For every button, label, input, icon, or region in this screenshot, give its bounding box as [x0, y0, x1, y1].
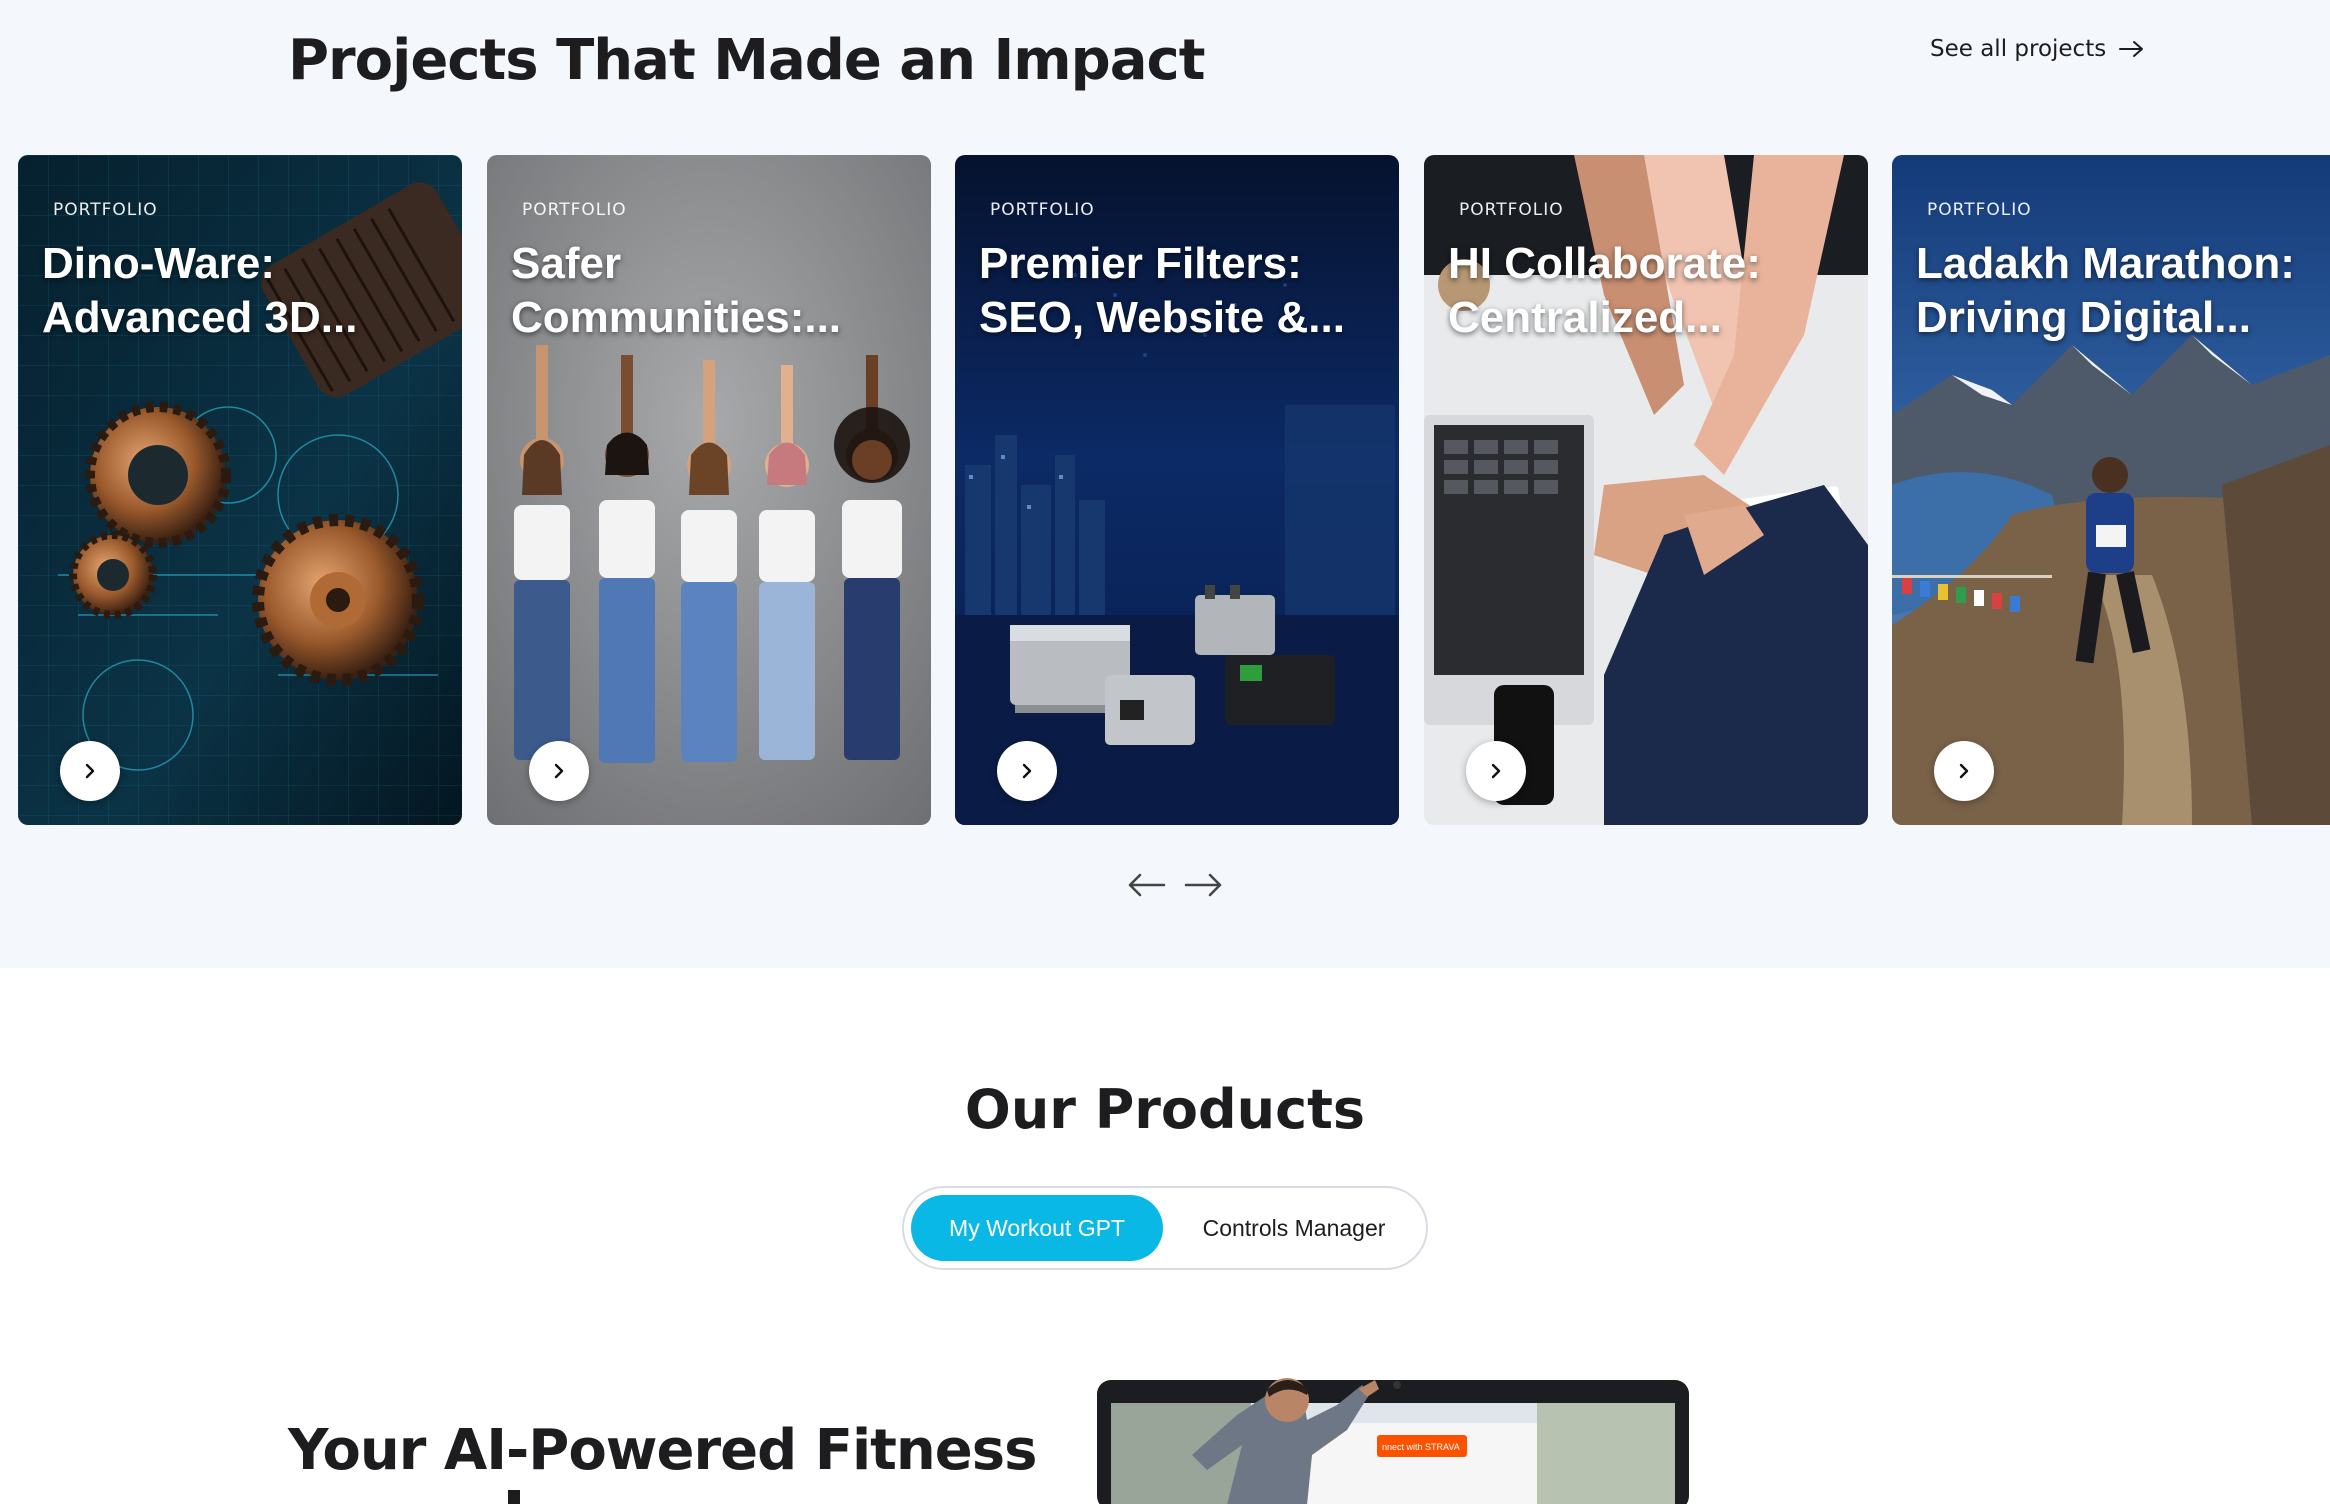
card-title: Safer Communities:...: [511, 239, 842, 342]
projects-section: Projects That Made an Impact See all pro…: [0, 0, 2330, 968]
product-tabs: My Workout GPT Controls Manager: [902, 1186, 1428, 1270]
project-card-safer-communities[interactable]: PORTFOLIO Safer Communities:...: [487, 155, 931, 825]
tab-controls-manager[interactable]: Controls Manager: [1174, 1195, 1414, 1261]
product-laptop-image: nnect with STRAVA: [1097, 1378, 1689, 1504]
arrow-right-icon: [1184, 873, 1222, 897]
card-tag: PORTFOLIO: [990, 200, 1095, 220]
card-title: Ladakh Marathon: Driving Digital...: [1916, 239, 2295, 342]
tab-my-workout-gpt[interactable]: My Workout GPT: [911, 1195, 1163, 1261]
card-tag: PORTFOLIO: [1459, 200, 1564, 220]
card-title: HI Collaborate: Centralized...: [1448, 239, 1761, 342]
card-open-button[interactable]: [529, 741, 589, 801]
carousel-nav: [1126, 868, 1224, 902]
card-open-button[interactable]: [997, 741, 1057, 801]
section-title: Projects That Made an Impact: [288, 28, 1205, 93]
chevron-right-icon: [1022, 763, 1032, 779]
see-all-label: See all projects: [1930, 36, 2107, 62]
card-tag: PORTFOLIO: [522, 200, 627, 220]
heading-descenders: [508, 1490, 520, 1504]
card-tag: PORTFOLIO: [1927, 200, 2032, 220]
card-title: Premier Filters: SEO, Website &...: [979, 239, 1345, 342]
chevron-right-icon: [1491, 763, 1501, 779]
card-open-button[interactable]: [1934, 741, 1994, 801]
project-card-dino-ware[interactable]: PORTFOLIO Dino-Ware: Advanced 3D...: [18, 155, 462, 825]
project-card-premier-filters[interactable]: PORTFOLIO Premier Filters: SEO, Website …: [955, 155, 1399, 825]
arrow-left-icon: [1128, 873, 1166, 897]
chevron-right-icon: [1959, 763, 1969, 779]
product-hero-heading-continued: [288, 1490, 888, 1504]
product-hero-heading: Your AI-Powered Fitness: [288, 1418, 1037, 1483]
project-card-ladakh-marathon[interactable]: PORTFOLIO Ladakh Marathon: Driving Digit…: [1892, 155, 2330, 825]
see-all-projects-link[interactable]: See all projects: [1930, 36, 2146, 62]
card-tag: PORTFOLIO: [53, 200, 158, 220]
carousel-next-button[interactable]: [1184, 868, 1224, 902]
products-title: Our Products: [964, 1078, 1366, 1141]
chevron-right-icon: [85, 763, 95, 779]
card-open-button[interactable]: [60, 741, 120, 801]
chevron-right-icon: [554, 763, 564, 779]
strava-badge-text: nnect with STRAVA: [1382, 1442, 1460, 1452]
card-open-button[interactable]: [1466, 741, 1526, 801]
carousel-prev-button[interactable]: [1126, 868, 1166, 902]
arrow-right-icon: [2119, 41, 2144, 57]
project-card-hi-collaborate[interactable]: PORTFOLIO HI Collaborate: Centralized...: [1424, 155, 1868, 825]
card-title: Dino-Ware: Advanced 3D...: [42, 239, 358, 342]
